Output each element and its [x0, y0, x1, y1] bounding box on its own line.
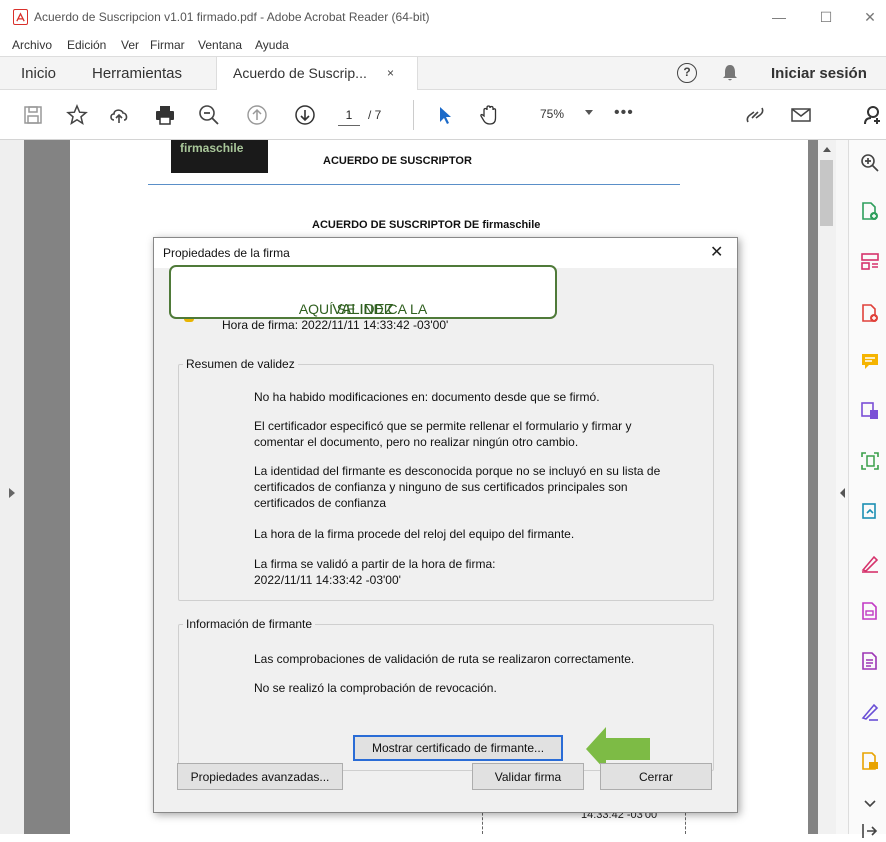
- validate-signature-button[interactable]: Validar firma: [472, 763, 584, 790]
- document-subheading: ACUERDO DE SUSCRIPTOR DE firmaschile: [312, 219, 541, 231]
- protect-icon[interactable]: [859, 650, 881, 672]
- chevron-right-icon[interactable]: [9, 488, 15, 498]
- tab-tools[interactable]: Herramientas: [92, 57, 182, 90]
- validity-item: La identidad del firmante es desconocida…: [254, 464, 661, 510]
- zoom-tool-icon[interactable]: [859, 152, 881, 174]
- bell-icon[interactable]: [722, 64, 738, 85]
- close-dialog-button[interactable]: Cerrar: [600, 763, 712, 790]
- menu-firmar[interactable]: Firmar: [150, 38, 185, 52]
- scroll-up-icon[interactable]: [823, 147, 831, 152]
- collapse-pane-icon[interactable]: [859, 820, 881, 842]
- menu-bar: Archivo Edición Ver Firmar Ventana Ayuda: [0, 34, 886, 56]
- menu-archivo[interactable]: Archivo: [12, 38, 52, 52]
- minimize-button[interactable]: —: [759, 6, 799, 28]
- save-icon[interactable]: [20, 102, 46, 128]
- zoom-out-icon[interactable]: [196, 102, 222, 128]
- callout-emphasis: VALIDEZ: [332, 301, 394, 318]
- dialog-close-icon[interactable]: ✕: [710, 242, 723, 262]
- window-title: Acuerdo de Suscripcion v1.01 firmado.pdf…: [34, 10, 430, 24]
- sign-in-link[interactable]: Iniciar sesión: [771, 57, 867, 90]
- right-panel-toggle[interactable]: [836, 140, 848, 834]
- validity-item: La firma se validó a partir de la hora d…: [254, 557, 496, 587]
- dialog-title-bar: Propiedades de la firma ✕: [154, 238, 737, 268]
- document-heading: ACUERDO DE SUSCRIPTOR: [323, 155, 472, 167]
- signer-info-item: No se realizó la comprobación de revocac…: [254, 681, 497, 695]
- zoom-level[interactable]: 75%: [540, 107, 564, 121]
- toolbar-divider: [413, 100, 414, 130]
- scan-ocr-icon[interactable]: [859, 450, 881, 472]
- validity-item: No ha habido modificaciones en: document…: [254, 390, 600, 404]
- page-number-input[interactable]: 1: [338, 104, 360, 126]
- vertical-scrollbar[interactable]: [818, 140, 836, 834]
- document-rule: [148, 184, 680, 185]
- advanced-properties-button[interactable]: Propiedades avanzadas...: [177, 763, 343, 790]
- chevron-left-icon[interactable]: [840, 488, 845, 498]
- prepare-form-icon[interactable]: [859, 600, 881, 622]
- close-window-button[interactable]: ✕: [850, 6, 886, 28]
- menu-edicion[interactable]: Edición: [67, 38, 106, 52]
- fill-sign-icon[interactable]: [859, 552, 881, 574]
- previous-page-icon[interactable]: [244, 102, 270, 128]
- menu-ventana[interactable]: Ventana: [198, 38, 242, 52]
- chevron-down-icon[interactable]: [859, 792, 881, 814]
- title-bar: Acuerdo de Suscripcion v1.01 firmado.pdf…: [0, 0, 886, 34]
- cloud-upload-icon[interactable]: [106, 102, 132, 128]
- send-comments-icon[interactable]: [859, 750, 881, 772]
- request-signature-icon[interactable]: [859, 700, 881, 722]
- chevron-down-icon[interactable]: [585, 110, 593, 115]
- acrobat-icon: [13, 9, 28, 25]
- hand-tool-icon[interactable]: [476, 102, 502, 128]
- print-icon[interactable]: [152, 102, 178, 128]
- validity-summary-legend: Resumen de validez: [186, 357, 295, 371]
- validity-callout: AQUÍ SE INDICA LA VALIDEZ: [169, 265, 557, 319]
- export-pdf-icon[interactable]: [859, 302, 881, 324]
- signer-info-item: Las comprobaciones de validación de ruta…: [254, 652, 635, 666]
- tab-document-label: Acuerdo de Suscrip...: [233, 65, 367, 81]
- validity-item: La hora de la firma procede del reloj de…: [254, 527, 575, 541]
- scrollbar-thumb[interactable]: [820, 160, 833, 226]
- page-total: / 7: [368, 108, 382, 122]
- tab-close-icon[interactable]: ×: [387, 66, 394, 80]
- comment-icon[interactable]: [859, 350, 881, 372]
- left-panel-toggle[interactable]: [0, 140, 24, 834]
- validity-item: El certificador especificó que se permit…: [254, 419, 632, 449]
- help-icon[interactable]: ?: [677, 63, 697, 83]
- dialog-title: Propiedades de la firma: [163, 246, 290, 260]
- menu-ver[interactable]: Ver: [121, 38, 139, 52]
- organize-pages-icon[interactable]: [859, 250, 881, 272]
- more-tools-icon[interactable]: •••: [614, 104, 634, 122]
- maximize-button[interactable]: ☐: [806, 6, 846, 28]
- star-icon[interactable]: [64, 102, 90, 128]
- document-logo: firmaschile: [171, 140, 268, 173]
- tools-pane: [848, 140, 886, 838]
- share-link-icon[interactable]: [742, 102, 768, 128]
- tab-document[interactable]: Acuerdo de Suscrip... ×: [216, 57, 418, 91]
- signer-info-legend: Información de firmante: [186, 617, 313, 631]
- edit-pdf-icon[interactable]: [859, 400, 881, 422]
- tab-home[interactable]: Inicio: [21, 57, 56, 90]
- add-user-icon[interactable]: [860, 102, 886, 128]
- select-tool-icon[interactable]: [432, 102, 458, 128]
- signing-time: Hora de firma: 2022/11/11 14:33:42 -03'0…: [222, 318, 449, 332]
- combine-files-icon[interactable]: [859, 500, 881, 522]
- signature-properties-dialog: Propiedades de la firma ✕ Hora de firma:…: [153, 237, 738, 813]
- next-page-icon[interactable]: [292, 102, 318, 128]
- menu-ayuda[interactable]: Ayuda: [255, 38, 289, 52]
- tab-bar: Inicio Herramientas Acuerdo de Suscrip..…: [0, 56, 886, 91]
- create-pdf-icon[interactable]: [859, 200, 881, 222]
- email-icon[interactable]: [788, 102, 814, 128]
- show-certificate-button[interactable]: Mostrar certificado de firmante...: [353, 735, 563, 761]
- toolbar: [0, 90, 886, 140]
